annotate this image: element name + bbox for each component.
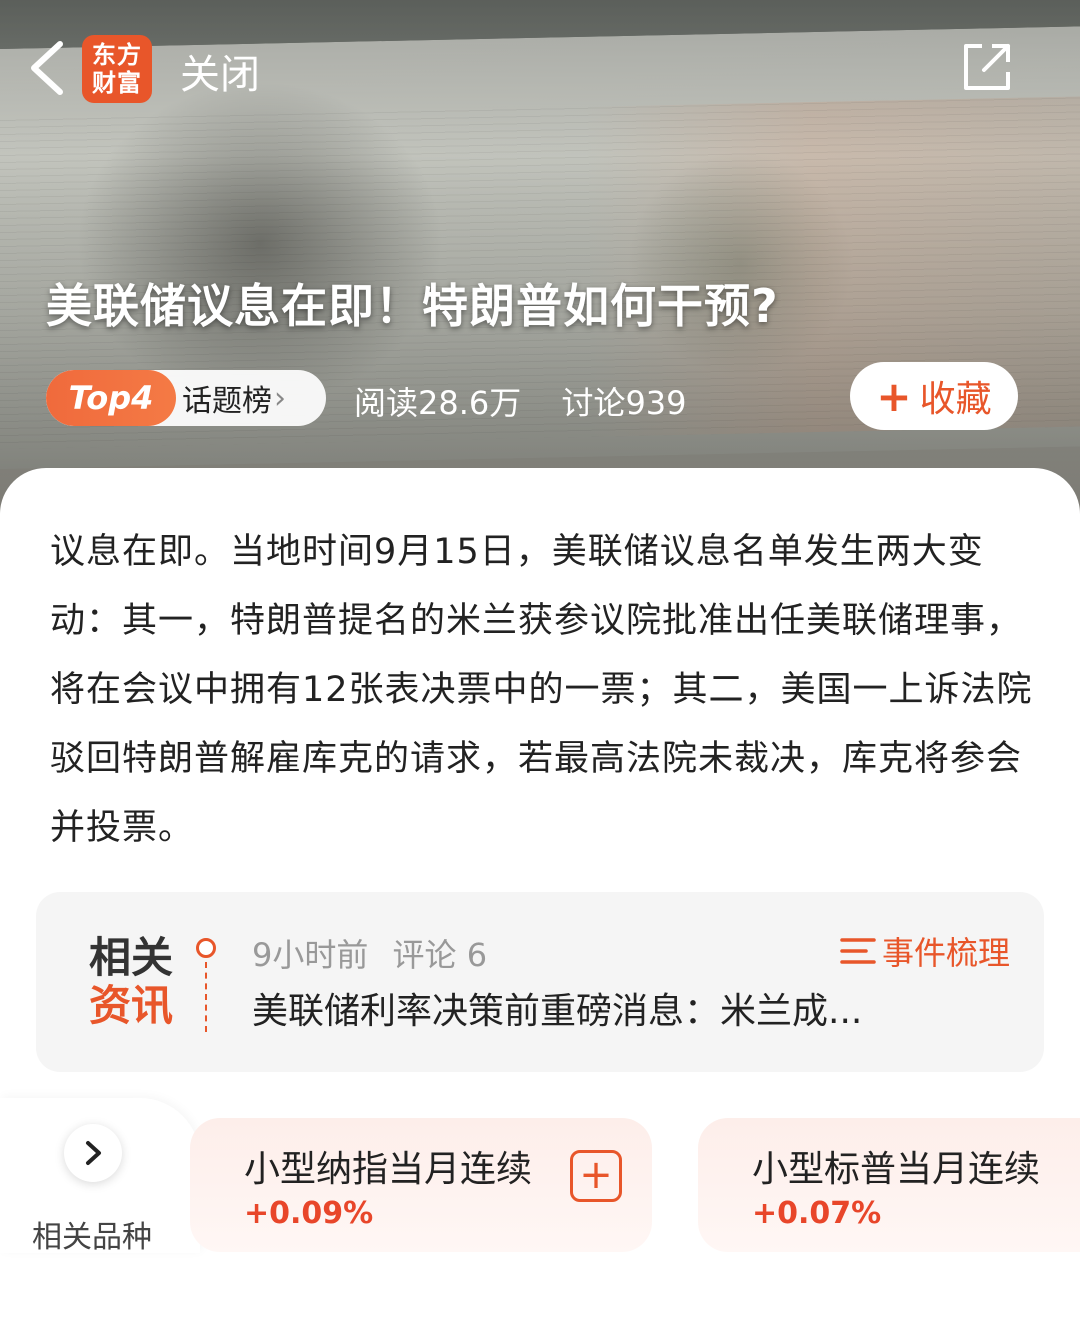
related-instruments-label: 相关品种 [32,1220,152,1255]
related-news-badge: 相关 资讯 [88,933,173,1030]
hero-banner: 东方 财富 关闭 美联储议息在即！特朗普如何干预? Top4 话题榜 › 阅读2… [0,0,1080,520]
read-count: 阅读28.6万 [354,384,522,422]
topic-summary: 议息在即。当地时间9月15日，美联储议息名单发生两大变动：其一，特朗普提名的米兰… [50,532,1033,848]
close-button[interactable]: 关闭 [180,42,260,100]
add-watchlist-button[interactable]: + [570,1150,622,1202]
topic-rank-badge[interactable]: Top4 话题榜 › [46,370,326,426]
instrument-change: +0.09% [244,1196,374,1231]
news-title[interactable]: 美联储利率决策前重磅消息：米兰成... [252,982,902,1034]
top-bar: 东方 财富 关闭 [0,30,1080,110]
list-icon [840,938,876,964]
plus-icon: + [876,371,912,421]
event-timeline-link[interactable]: 事件梳理 [840,928,1010,974]
favorite-label: 收藏 [919,379,992,420]
news-meta: 9小时前 评论 6 [252,930,501,976]
app-logo: 东方 财富 [82,35,152,103]
related-news-card[interactable]: 相关 资讯 9小时前 评论 6 美联储利率决策前重磅消息：米兰成... 事件梳理 [36,892,1044,1072]
instrument-card[interactable]: 小型标普当月连续 +0.07% [698,1118,1080,1252]
related-instruments-tab: 相关品种 [0,1098,200,1255]
chevron-right-icon: › [274,380,286,416]
chevron-right-icon [86,1141,101,1165]
rank-number: Top4 [46,370,176,426]
content-sheet: 议息在即。当地时间9月15日，美联储议息名单发生两大变动：其一，特朗普提名的米兰… [0,468,1080,1323]
news-comments: 评论 6 [392,936,488,974]
instrument-card[interactable]: 小型纳指当月连续 +0.09% + [190,1118,652,1252]
share-icon [964,44,1010,90]
expand-related-button[interactable] [64,1124,122,1182]
share-button[interactable] [960,40,1014,94]
timeline-dot-icon [196,938,216,958]
instrument-name: 小型纳指当月连续 [244,1149,533,1190]
chevron-left-icon [31,41,63,95]
event-link-label: 事件梳理 [881,934,1010,972]
topic-title: 美联储议息在即！特朗普如何干预? [46,279,779,333]
news-time: 9小时前 [252,936,369,974]
timeline-line [205,962,207,1032]
back-button[interactable] [22,38,70,98]
topic-stats: 阅读28.6万 讨论939 [354,378,717,424]
rank-label: 话题榜 [182,384,272,419]
discussion-count: 讨论939 [561,384,687,422]
instrument-change: +0.07% [752,1196,882,1231]
instrument-name: 小型标普当月连续 [752,1149,1041,1190]
favorite-button[interactable]: + 收藏 [850,362,1018,430]
